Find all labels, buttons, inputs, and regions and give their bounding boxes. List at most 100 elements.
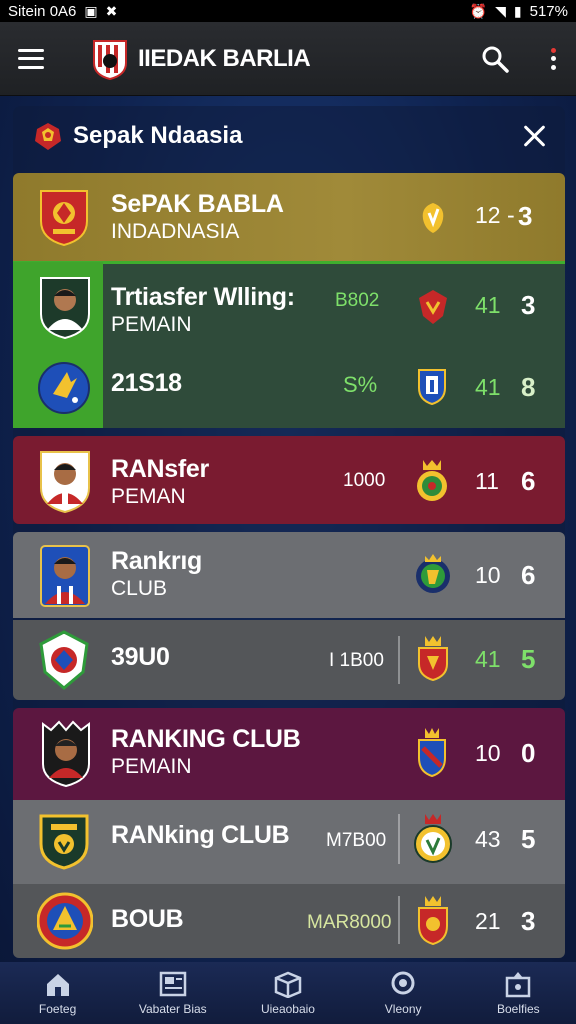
- row-title: RANKING CLUB: [111, 725, 301, 753]
- panel-title: Sepak Ndaasia: [73, 122, 243, 149]
- news-icon: [159, 971, 187, 997]
- club-badge-icon: [418, 728, 446, 778]
- nav-item-box[interactable]: Uieaobaio: [233, 970, 343, 1016]
- club-badge-icon: [416, 554, 450, 593]
- row-value: B802: [335, 290, 380, 311]
- divider: [398, 896, 400, 944]
- row-title: 39U0: [111, 643, 170, 671]
- row-title: Rankrıg: [111, 547, 202, 575]
- app-bar: IIEDAK BARLIA: [0, 22, 576, 96]
- wifi-icon: ◥: [495, 2, 506, 19]
- row-value: I 1B00: [329, 650, 384, 671]
- row-texts: BOUB: [111, 904, 184, 934]
- club-badge-icon: [414, 814, 452, 863]
- row-points: 6: [521, 466, 536, 496]
- club-badge-icon: [419, 290, 447, 324]
- battery-text: 517%: [529, 2, 568, 20]
- row-points: 6: [521, 560, 536, 590]
- nav-label: Uieaobaio: [260, 1002, 315, 1016]
- row-score: 10: [475, 562, 501, 588]
- row-subtitle: PEMAN: [111, 485, 186, 508]
- club-badge-icon: [418, 636, 448, 682]
- player-avatar: [40, 451, 90, 514]
- bottom-nav: Foeteg Vabater Bias Uieaobaio Vleony Boe…: [0, 962, 576, 1024]
- row-value: M7B00: [326, 830, 387, 851]
- club-crest-icon: [39, 814, 89, 870]
- row-texts: 21S18: [111, 368, 182, 398]
- nav-label: Boelfies: [496, 1002, 540, 1016]
- close-icon[interactable]: [521, 123, 547, 149]
- row-points: 5: [521, 644, 536, 674]
- garuda-emblem-icon: [35, 123, 61, 150]
- row-title: RANking CLUB: [111, 821, 290, 849]
- club-crest-icon: [93, 39, 127, 80]
- list-item[interactable]: SePAK BABLA INDADNASIA 12 - 3: [13, 173, 565, 261]
- more-vert-icon[interactable]: [548, 45, 558, 73]
- row-texts: SePAK BABLA INDADNASIA: [111, 189, 284, 245]
- club-badge-icon: [417, 460, 447, 501]
- list-item[interactable]: 39U0 I 1B00 41 5: [13, 620, 565, 700]
- row-score: 41: [475, 292, 501, 318]
- list-item[interactable]: RANking CLUB M7B00 43 5: [13, 800, 565, 884]
- nav-item-news[interactable]: Vabater Bias: [118, 970, 228, 1016]
- nav-item-home[interactable]: Foeteg: [3, 970, 113, 1016]
- status-left: Sitein 0A6 ▣ ✖: [8, 3, 117, 20]
- row-points: 3: [518, 201, 533, 231]
- row-subtitle: CLUB: [111, 577, 168, 600]
- row-title: BOUB: [111, 905, 184, 933]
- row-texts: RANking CLUB: [111, 820, 290, 850]
- divider: [398, 636, 400, 684]
- app-title: IIEDAK BARLIA: [138, 44, 311, 72]
- trophy-badge-icon: [422, 203, 444, 233]
- player-avatar: [40, 277, 90, 340]
- signal-icon: ▮: [513, 2, 522, 19]
- row-subtitle: PEMAIN: [111, 313, 192, 336]
- divider: [398, 814, 400, 864]
- box-icon: [274, 971, 302, 998]
- search-circle-icon: [391, 971, 415, 995]
- club-crest-icon: [39, 630, 89, 690]
- row-score: 41: [475, 374, 501, 400]
- row-score: 43: [475, 826, 501, 852]
- garuda-crest-icon: [40, 190, 88, 247]
- status-right: ⏰ ◥ ▮ 517%: [470, 3, 568, 20]
- row-subtitle: INDADNASIA: [111, 220, 240, 243]
- row-score: 12 -: [475, 202, 515, 228]
- nav-item-search[interactable]: Vleony: [348, 970, 458, 1016]
- alarm-icon: ⏰: [469, 2, 488, 19]
- row-subtitle: PEMAIN: [111, 755, 192, 778]
- status-text: Sitein 0A6: [8, 2, 77, 20]
- list-item[interactable]: Rankrıg CLUB 10 6: [13, 532, 565, 618]
- row-points: 5: [521, 824, 536, 854]
- home-icon: [46, 974, 69, 996]
- panel-header: Sepak Ndaasia: [13, 106, 565, 166]
- list-item[interactable]: BOUB MAR8000 21 3: [13, 884, 565, 958]
- row-value: MAR8000: [307, 912, 392, 933]
- image-notification-icon: ▣: [84, 2, 98, 19]
- row-score: 11: [475, 468, 499, 494]
- row-score: 41: [475, 646, 501, 672]
- row-texts: Trtiasfer Wlling: PEMAIN: [111, 282, 295, 338]
- player-avatar: [40, 545, 90, 607]
- row-points: 0: [521, 738, 536, 768]
- club-badge-icon: [418, 896, 448, 946]
- search-icon[interactable]: [480, 44, 510, 74]
- nav-label: Vleony: [384, 1002, 422, 1016]
- club-crest-icon: [37, 892, 93, 950]
- hamburger-menu-icon[interactable]: [18, 48, 44, 69]
- list-item[interactable]: RANKING CLUB PEMAIN 10 0: [13, 708, 565, 800]
- row-title: RANsfer: [111, 455, 209, 483]
- row-texts: RANKING CLUB PEMAIN: [111, 724, 301, 780]
- club-badge-icon: [418, 369, 446, 406]
- nav-item-store[interactable]: Boelfies: [463, 970, 573, 1016]
- row-title: SePAK BABLA: [111, 190, 284, 218]
- row-texts: 39U0: [111, 642, 170, 672]
- row-points: 3: [521, 290, 536, 320]
- row-score: 10: [475, 740, 501, 766]
- row-score: 21: [475, 908, 501, 934]
- row-value: 1000: [343, 470, 386, 491]
- row-points: 8: [521, 372, 536, 402]
- row-points: 3: [521, 906, 536, 936]
- row-texts: RANsfer PEMAN: [111, 454, 209, 510]
- list-item[interactable]: RANsfer PEMAN 1000 11 6: [13, 436, 565, 524]
